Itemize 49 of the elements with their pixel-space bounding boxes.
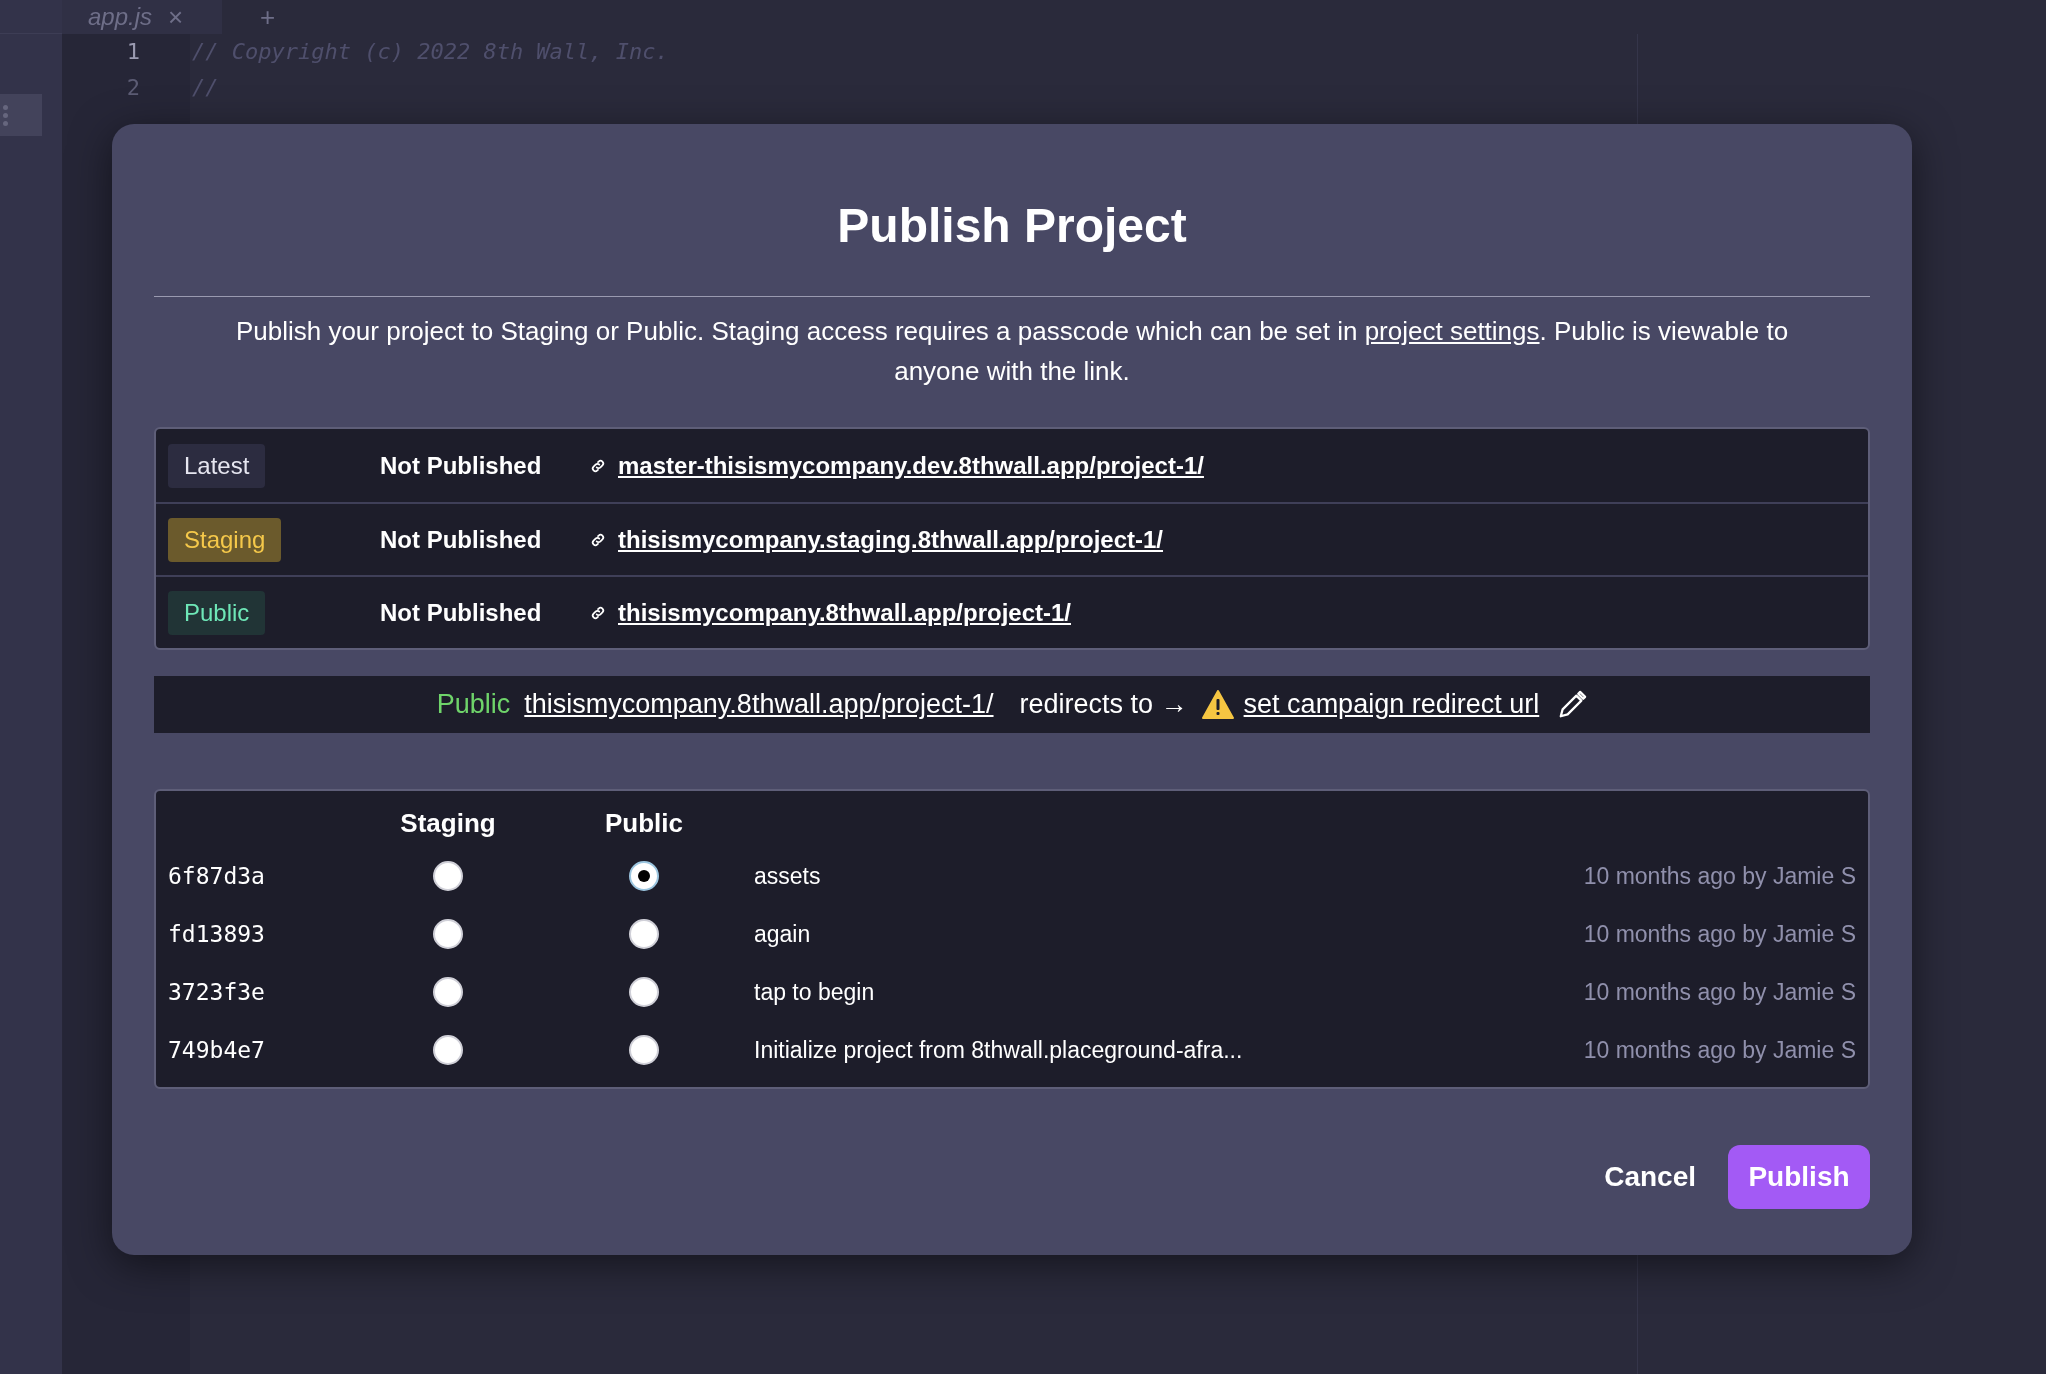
- code-comment: //: [192, 74, 220, 102]
- redirect-source-link[interactable]: thisismycompany.8thwall.app/project-1/: [524, 684, 994, 725]
- environment-url-link[interactable]: master-thisismycompany.dev.8thwall.app/project-1/: [618, 447, 1204, 484]
- environment-url-link[interactable]: thisismycompany.8thwall.app/project-1/: [618, 594, 1071, 631]
- radio-button[interactable]: [629, 919, 659, 949]
- environment-badge: Staging: [168, 517, 282, 562]
- radio-button[interactable]: [433, 977, 463, 1007]
- environment-url-link[interactable]: thisismycompany.staging.8thwall.app/project-1/: [618, 521, 1163, 558]
- publish-button[interactable]: Publish: [1728, 1145, 1870, 1209]
- commit-hash: 749b4e7: [168, 1035, 266, 1065]
- line-number: 2: [126, 74, 140, 102]
- radio-button[interactable]: [629, 1035, 659, 1065]
- commit-message: tap to begin: [754, 977, 875, 1007]
- column-header: Staging: [399, 807, 497, 840]
- publish-status: Not Published: [380, 450, 543, 481]
- set-redirect-link[interactable]: set campaign redirect url: [1243, 684, 1540, 725]
- cancel-button[interactable]: Cancel: [1600, 1148, 1700, 1206]
- dialog-description: Publish your project to Staging or Public. Staging access requires a passcode which can be set in project settings. Public is viewable to anyone with the link.: [234, 315, 1790, 388]
- pencil-icon[interactable]: [1557, 689, 1588, 720]
- radio-button[interactable]: [629, 977, 659, 1007]
- commit-meta: 10 months ago by Jamie S: [1583, 919, 1856, 949]
- commit-hash: 6f87d3a: [168, 861, 266, 891]
- commit-message: Initialize project from 8thwall.placeground-afra...: [754, 1035, 1243, 1065]
- drag-handle-icon[interactable]: [0, 94, 42, 136]
- commit-meta: 10 months ago by Jamie S: [1583, 1035, 1856, 1065]
- redirect-text: redirects to →: [1019, 688, 1188, 722]
- column-header: Public: [604, 807, 684, 840]
- redirect-environment: Public: [436, 688, 511, 722]
- publish-status: Not Published: [380, 597, 543, 628]
- radio-button[interactable]: [433, 919, 463, 949]
- radio-button[interactable]: [433, 1035, 463, 1065]
- line-number: 1: [126, 38, 140, 66]
- commit-meta: 10 months ago by Jamie S: [1583, 977, 1856, 1007]
- commit-meta: 10 months ago by Jamie S: [1583, 861, 1856, 891]
- link-icon: [590, 604, 606, 621]
- commit-hash: 3723f3e: [168, 977, 266, 1007]
- commit-hash: fd13893: [168, 919, 266, 949]
- radio-button[interactable]: [433, 861, 463, 891]
- publish-status: Not Published: [380, 524, 543, 555]
- dialog-title: Publish Project: [836, 202, 1188, 250]
- warning-icon: [1201, 690, 1234, 719]
- link-icon: [590, 457, 606, 474]
- commit-message: again: [754, 919, 811, 949]
- environment-badge: Public: [168, 590, 266, 635]
- commit-message: assets: [754, 861, 821, 891]
- link-icon: [590, 531, 606, 548]
- radio-button[interactable]: [629, 861, 659, 891]
- environment-badge: Latest: [168, 443, 266, 488]
- project-settings-link[interactable]: project settings: [1364, 316, 1540, 346]
